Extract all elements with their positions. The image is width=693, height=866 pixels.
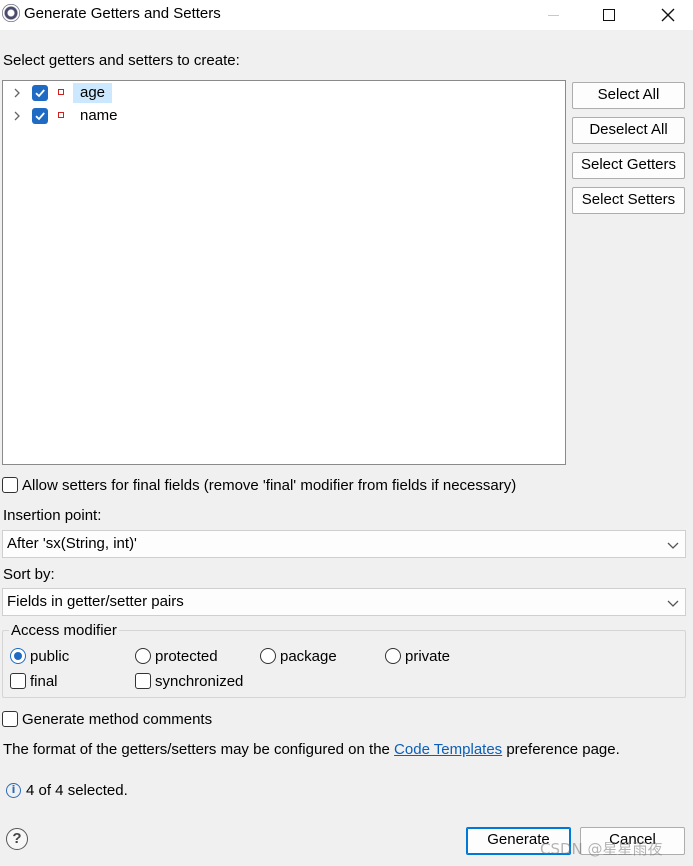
public-radio[interactable] — [10, 648, 26, 664]
info-icon: i — [6, 783, 21, 798]
generate-comments-label: Generate method comments — [22, 711, 213, 728]
tree-item-label: name — [80, 107, 118, 124]
code-templates-link[interactable]: Code Templates — [394, 741, 502, 758]
fields-tree[interactable]: age name — [2, 80, 566, 465]
select-all-button[interactable]: Select All — [572, 82, 685, 109]
select-setters-button[interactable]: Select Setters — [572, 187, 685, 214]
tree-heading: Select getters and setters to create: — [3, 52, 240, 69]
final-checkbox[interactable] — [10, 673, 26, 689]
format-info-after: preference page. — [506, 741, 620, 758]
tree-item-name[interactable]: name — [3, 105, 563, 127]
format-info-before: The format of the getters/setters may be… — [3, 741, 390, 758]
format-info-text: The format of the getters/setters may be… — [3, 741, 620, 758]
window-title: Generate Getters and Setters — [24, 5, 221, 22]
insertion-point-select[interactable]: After 'sx(String, int)' — [2, 530, 686, 558]
chevron-down-icon — [667, 600, 679, 607]
tree-item-age[interactable]: age — [3, 82, 563, 104]
synchronized-checkbox[interactable] — [135, 673, 151, 689]
chevron-down-icon — [667, 542, 679, 549]
tree-item-checkbox[interactable] — [32, 108, 48, 124]
private-field-icon — [58, 89, 64, 95]
access-modifier-group — [2, 630, 686, 698]
help-icon[interactable]: ? — [6, 828, 28, 850]
private-radio[interactable] — [385, 648, 401, 664]
maximize-icon — [603, 9, 615, 21]
deselect-all-button[interactable]: Deselect All — [572, 117, 685, 144]
access-modifier-legend: Access modifier — [9, 622, 119, 639]
close-button[interactable] — [645, 0, 691, 30]
package-label: package — [280, 648, 337, 665]
public-label: public — [30, 648, 70, 665]
maximize-button[interactable] — [586, 0, 632, 30]
protected-label: protected — [155, 648, 218, 665]
allow-final-setters-label: Allow setters for final fields (remove '… — [22, 477, 517, 494]
minimize-icon — [547, 14, 559, 16]
close-icon — [661, 8, 675, 22]
insertion-point-label: Insertion point: — [3, 507, 102, 524]
synchronized-label: synchronized — [155, 673, 244, 690]
tree-item-label: age — [73, 83, 113, 103]
select-getters-button[interactable]: Select Getters — [572, 152, 685, 179]
final-label: final — [30, 673, 58, 690]
app-icon — [2, 4, 20, 22]
private-label: private — [405, 648, 451, 665]
sort-by-value: Fields in getter/setter pairs — [7, 593, 184, 610]
protected-radio[interactable] — [135, 648, 151, 664]
allow-final-setters-checkbox[interactable] — [2, 477, 18, 493]
selection-status: 4 of 4 selected. — [26, 782, 128, 799]
minimize-button[interactable] — [530, 0, 576, 30]
insertion-point-value: After 'sx(String, int)' — [7, 535, 137, 552]
private-field-icon — [58, 112, 64, 118]
chevron-right-icon[interactable] — [11, 87, 23, 99]
sort-by-label: Sort by: — [3, 566, 55, 583]
package-radio[interactable] — [260, 648, 276, 664]
chevron-right-icon[interactable] — [11, 110, 23, 122]
watermark: CSDN @星星雨夜 — [540, 840, 663, 858]
generate-comments-checkbox[interactable] — [2, 711, 18, 727]
tree-item-checkbox[interactable] — [32, 85, 48, 101]
sort-by-select[interactable]: Fields in getter/setter pairs — [2, 588, 686, 616]
